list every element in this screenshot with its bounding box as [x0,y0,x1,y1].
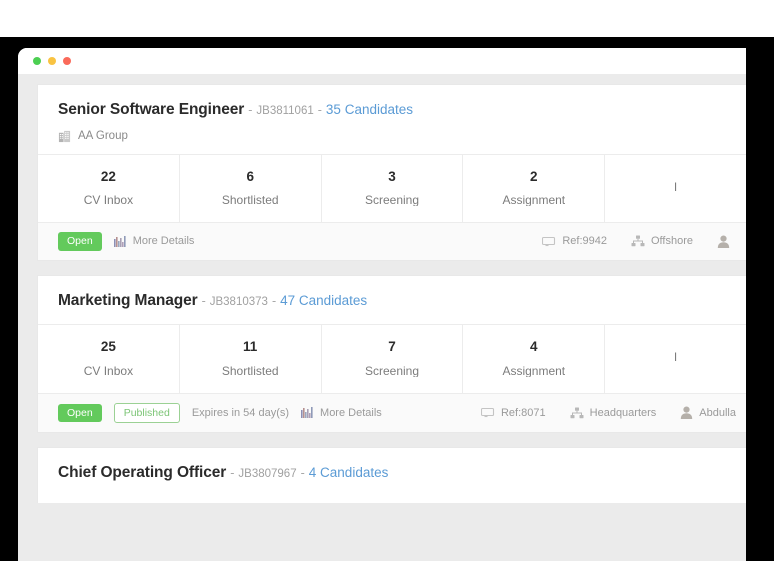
tag-icon [542,236,556,247]
stat-assignment[interactable]: 4 Assignment [463,325,606,393]
stat-label: Screening [364,364,420,377]
job-ref-tag-label: Ref:9942 [562,235,607,248]
job-ref-tag: Ref:9942 [542,235,607,247]
job-reference-code: JB3807967 [238,468,297,480]
stat-assignment[interactable]: 2 Assignment [463,154,606,222]
job-stats-row: 22 CV Inbox 6 Shortlisted 3 Screening 2 … [38,153,746,223]
job-location-label: Offshore [651,235,693,248]
stat-interview-clipped[interactable]: I [605,155,746,223]
stat-label: Shortlisted [221,364,279,377]
more-details-label: More Details [320,406,382,419]
window-dot-yellow[interactable] [48,57,56,65]
stat-label: Shortlisted [221,194,279,206]
top-white-band [0,0,774,37]
job-card-footer: Open More Details Ref:9942 Offshore [38,223,746,260]
stat-label: Assignment [502,194,566,206]
title-separator: - [230,466,235,480]
footer-left-group: Open More Details [58,232,194,251]
status-badge-open[interactable]: Open [58,403,102,422]
footer-right-group: Ref:9942 Offshore [542,235,746,248]
stat-value: 22 [100,168,116,184]
person-icon [680,406,693,420]
stat-cv-inbox[interactable]: 22 CV Inbox [38,154,180,222]
title-separator-2: - [271,293,277,308]
job-card-footer: Open Published Expires in 54 day(s) More… [38,393,746,432]
job-card[interactable]: Chief Operating Officer - JB3807967 - 4 … [37,447,746,503]
more-details-label: More Details [132,235,195,248]
black-strip [0,37,774,48]
stat-label: I [673,351,678,363]
job-location: Offshore [631,235,693,247]
window-dot-green[interactable] [33,57,41,65]
job-candidates-link[interactable]: 35 Candidates [326,103,413,117]
job-card[interactable]: Senior Software Engineer - JB3811061 - 3… [37,84,746,261]
job-ref-tag-label: Ref:8071 [500,406,546,419]
more-details-button[interactable]: More Details [301,407,382,419]
browser-titlebar [18,48,746,74]
stat-value: 3 [388,168,396,184]
stat-label: CV Inbox [83,194,134,206]
stat-value: 4 [530,339,538,354]
job-owner-label: Abdulla [699,406,736,419]
job-list-viewport: Senior Software Engineer - JB3811061 - 3… [18,74,746,561]
stat-screening[interactable]: 3 Screening [322,154,464,222]
job-location-label: Headquarters [589,406,657,419]
job-location: Headquarters [570,406,657,419]
browser-window: Senior Software Engineer - JB3811061 - 3… [18,48,746,561]
job-title[interactable]: Senior Software Engineer [58,102,244,118]
job-title[interactable]: Marketing Manager [58,292,198,309]
job-ref-tag: Ref:8071 [480,406,546,419]
footer-left-group: Open Published Expires in 54 day(s) More… [58,402,382,423]
stat-shortlisted[interactable]: 6 Shortlisted [180,154,322,222]
stat-screening[interactable]: 7 Screening [322,325,464,393]
stat-shortlisted[interactable]: 11 Shortlisted [180,325,322,393]
bar-chart-icon [113,235,127,247]
stat-label: CV Inbox [83,364,134,377]
job-owner [717,235,736,248]
title-separator-2: - [317,103,322,117]
stat-interview-clipped[interactable]: I [605,325,746,393]
building-icon [58,130,71,143]
title-separator: - [248,103,253,117]
title-separator: - [201,293,206,308]
job-title-line: Chief Operating Officer - JB3807967 - 4 … [58,465,746,481]
tag-icon [480,407,495,418]
job-title-line: Marketing Manager - JB3810373 - 47 Candi… [58,292,746,309]
status-badge-published[interactable]: Published [113,402,180,423]
job-owner: Abdulla [680,406,736,420]
stat-label: Screening [364,194,420,206]
stat-value: 11 [243,339,258,354]
job-expiry-label: Expires in 54 day(s) [191,406,290,419]
sitemap-icon [631,235,645,247]
bar-chart-icon [301,407,314,419]
job-card-header: Senior Software Engineer - JB3811061 - 3… [38,85,746,154]
stat-value: 7 [388,339,396,354]
more-details-button[interactable]: More Details [113,235,195,248]
stat-value: 2 [530,168,538,184]
job-reference-code: JB3810373 [209,295,268,308]
job-card-header: Marketing Manager - JB3810373 - 47 Candi… [38,276,746,325]
stat-cv-inbox[interactable]: 25 CV Inbox [38,325,180,393]
status-badge-open[interactable]: Open [58,232,102,251]
footer-right-group: Ref:8071 Headquarters Abdulla [480,406,746,420]
sitemap-icon [570,407,584,419]
stat-value: 6 [246,168,254,184]
stat-value: 25 [100,339,116,354]
stat-label: Assignment [502,364,566,377]
job-candidates-link[interactable]: 4 Candidates [309,466,389,480]
job-card[interactable]: Marketing Manager - JB3810373 - 47 Candi… [37,274,746,433]
job-reference-code: JB3811061 [256,105,314,117]
job-title[interactable]: Chief Operating Officer [58,465,226,481]
person-icon [717,235,730,248]
job-company-line: AA Group [58,130,746,143]
job-title-line: Senior Software Engineer - JB3811061 - 3… [58,102,746,118]
job-stats-row: 25 CV Inbox 11 Shortlisted 7 Screening 4… [38,324,746,394]
job-company-name: AA Group [78,130,128,142]
job-candidates-link[interactable]: 47 Candidates [280,293,367,308]
title-separator-2: - [300,466,305,480]
window-dot-red[interactable] [63,57,71,65]
stat-label: I [673,180,678,193]
